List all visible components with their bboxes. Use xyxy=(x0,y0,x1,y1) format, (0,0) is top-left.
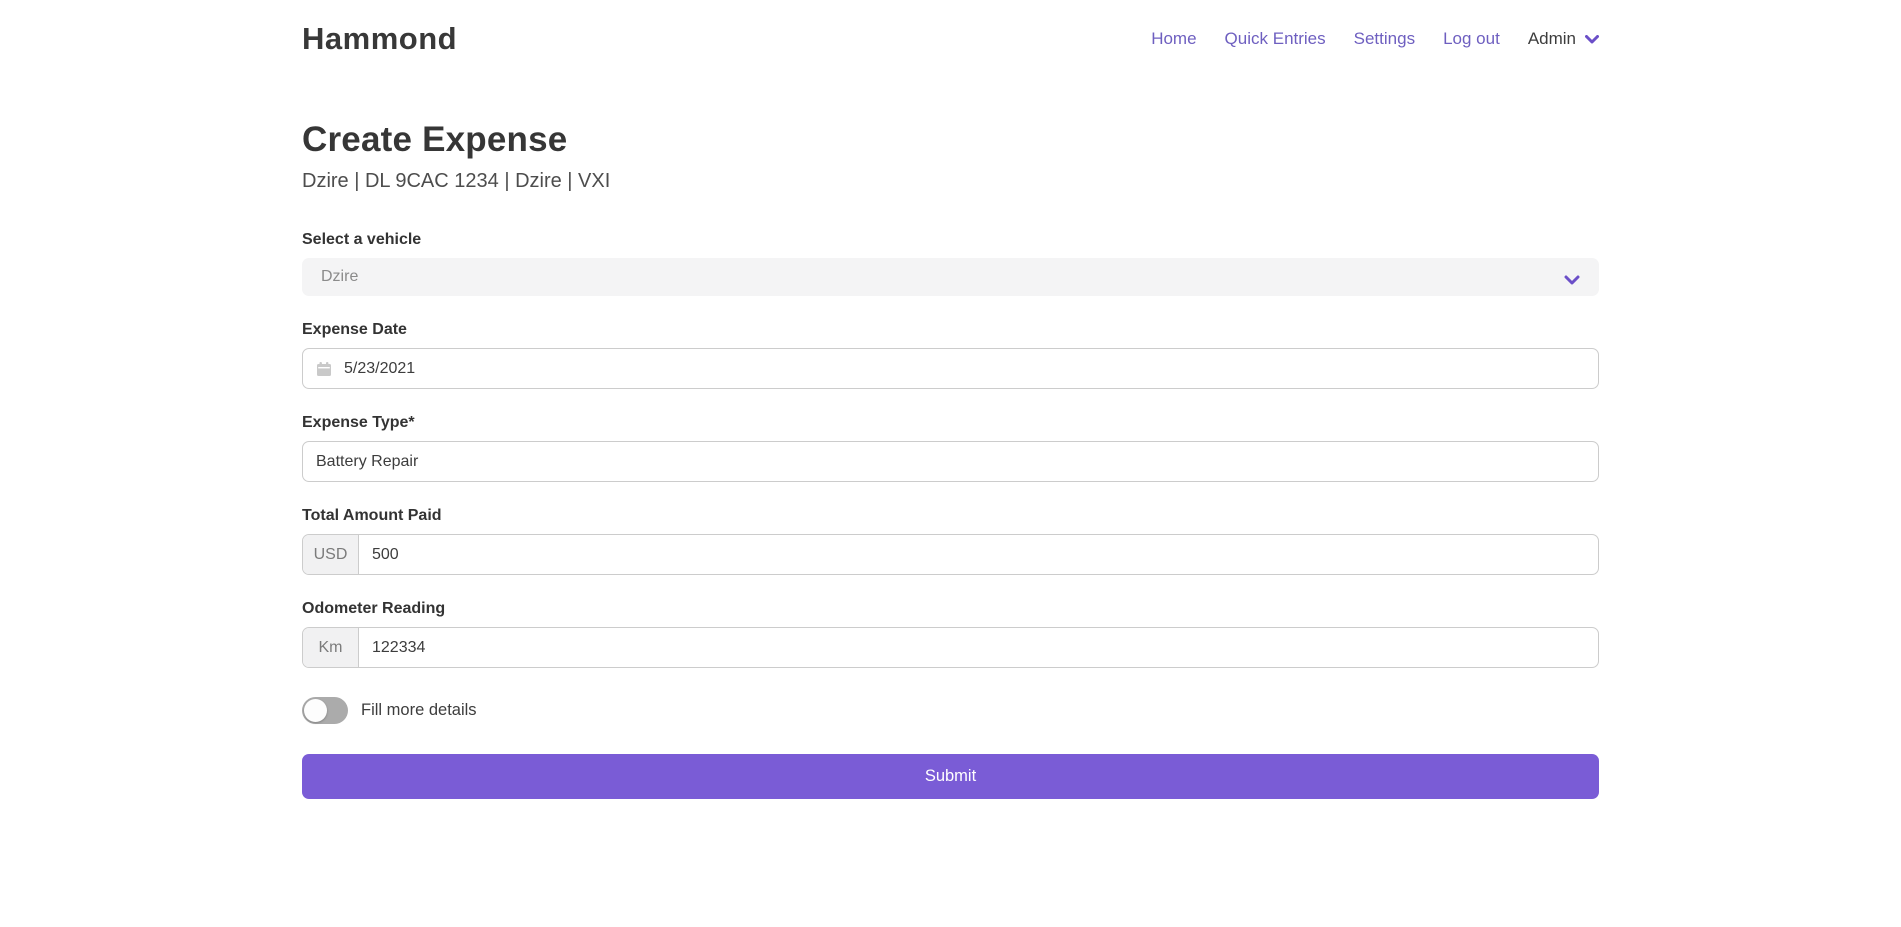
odometer-input-wrap: Km xyxy=(302,627,1599,668)
expense-date-label: Expense Date xyxy=(302,321,1599,339)
page-title: Create Expense xyxy=(302,120,1599,160)
vehicle-select[interactable]: Dzire xyxy=(302,258,1599,296)
toggle-knob xyxy=(304,699,327,722)
expense-date-input[interactable] xyxy=(332,349,1598,388)
create-expense-page: Create Expense Dzire | DL 9CAC 1234 | Dz… xyxy=(302,120,1599,799)
chevron-down-icon xyxy=(1564,272,1580,282)
odometer-label: Odometer Reading xyxy=(302,600,1599,618)
currency-addon: USD xyxy=(303,535,359,574)
expense-date-input-wrap xyxy=(302,348,1599,389)
vehicle-select-value: Dzire xyxy=(321,268,358,286)
navbar: Hammond Home Quick Entries Settings Log … xyxy=(0,0,1901,78)
nav-item-quick-entries[interactable]: Quick Entries xyxy=(1225,29,1326,49)
total-amount-field: Total Amount Paid USD xyxy=(302,507,1599,575)
total-amount-input-wrap: USD xyxy=(302,534,1599,575)
user-menu-label: Admin xyxy=(1528,29,1576,49)
vehicle-field: Select a vehicle Dzire xyxy=(302,231,1599,296)
expense-type-input-wrap xyxy=(302,441,1599,482)
expense-type-label: Expense Type* xyxy=(302,414,1599,432)
chevron-down-icon xyxy=(1585,35,1599,44)
total-amount-input[interactable] xyxy=(359,535,1598,574)
expense-date-field: Expense Date xyxy=(302,321,1599,389)
user-menu-admin[interactable]: Admin xyxy=(1528,29,1599,49)
vehicle-summary: Dzire | DL 9CAC 1234 | Dzire | VXI xyxy=(302,170,1599,193)
distance-unit-addon: Km xyxy=(303,628,359,667)
nav-item-settings[interactable]: Settings xyxy=(1354,29,1415,49)
expense-type-input[interactable] xyxy=(303,442,1598,481)
create-expense-form: Select a vehicle Dzire Expense Date xyxy=(302,231,1599,799)
fill-more-details-row: Fill more details xyxy=(302,697,1599,724)
brand-logo[interactable]: Hammond xyxy=(302,21,457,57)
expense-type-field: Expense Type* xyxy=(302,414,1599,482)
odometer-field: Odometer Reading Km xyxy=(302,600,1599,668)
nav-item-home[interactable]: Home xyxy=(1151,29,1196,49)
total-amount-label: Total Amount Paid xyxy=(302,507,1599,525)
submit-button[interactable]: Submit xyxy=(302,754,1599,799)
fill-more-details-label: Fill more details xyxy=(361,701,477,720)
calendar-icon xyxy=(316,361,332,377)
nav-menu: Home Quick Entries Settings Log out Admi… xyxy=(1151,29,1599,49)
odometer-input[interactable] xyxy=(359,628,1598,667)
nav-item-logout[interactable]: Log out xyxy=(1443,29,1500,49)
fill-more-details-toggle[interactable] xyxy=(302,697,348,724)
vehicle-label: Select a vehicle xyxy=(302,231,1599,249)
